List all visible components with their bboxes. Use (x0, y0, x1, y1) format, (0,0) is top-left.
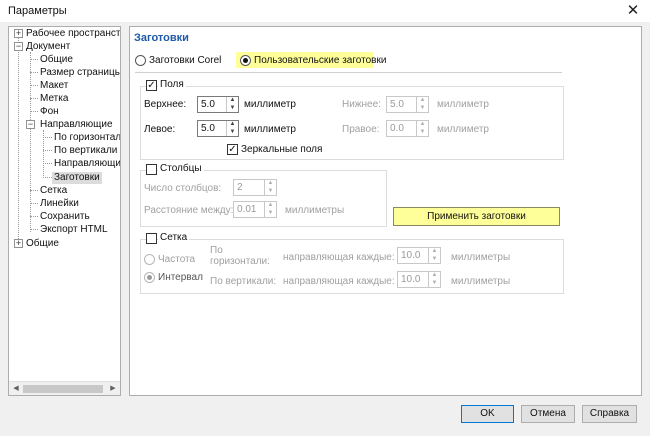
right-margin-input[interactable]: 0.0 ▲ ▼ (386, 120, 429, 137)
tree-item-guides[interactable]: Направляющие (40, 119, 113, 131)
mirror-margins-checkbox[interactable]: ✓ (227, 144, 238, 155)
bottom-margin-input[interactable]: 5.0 ▲ ▼ (386, 96, 429, 113)
spin-up-icon[interactable]: ▲ (417, 97, 428, 104)
margins-checkbox[interactable]: ✓ (146, 80, 157, 91)
spin-up-icon[interactable]: ▲ (429, 272, 440, 279)
spin-down-icon[interactable]: ▼ (417, 105, 428, 112)
grid-vertical-every-label: направляющая каждые: (283, 276, 395, 287)
tree-item-workspace[interactable]: Рабочее пространство (26, 28, 120, 40)
scroll-right-icon[interactable]: ▶ (108, 384, 118, 394)
tree-item-save[interactable]: Сохранить (40, 211, 90, 223)
bottom-margin-unit: миллиметр (437, 99, 489, 110)
mirror-margins-label[interactable]: Зеркальные поля (241, 144, 322, 155)
tree-item-presets[interactable]: Заготовки (52, 172, 102, 184)
spin-down-icon[interactable]: ▼ (429, 256, 440, 263)
column-count-label: Число столбцов: (144, 183, 222, 194)
right-margin-unit: миллиметр (437, 124, 489, 135)
spin-down-icon[interactable]: ▼ (429, 280, 440, 287)
right-margin-label: Правое: (342, 124, 380, 135)
expand-workspace-icon[interactable]: + (14, 29, 23, 38)
spin-up-icon[interactable]: ▲ (265, 180, 276, 187)
column-gap-input[interactable]: 0.01 ▲ ▼ (233, 201, 277, 218)
tree-item-horizontal[interactable]: По горизонтали (54, 132, 120, 144)
spin-up-icon[interactable]: ▲ (429, 248, 440, 255)
spin-down-icon[interactable]: ▼ (227, 105, 238, 112)
left-margin-unit: миллиметр (244, 124, 296, 135)
tree-item-layout[interactable]: Макет (40, 80, 68, 92)
tree-item-guides-sub[interactable]: Направляющие (54, 158, 120, 170)
margins-label: Поля (158, 79, 186, 90)
grid-vertical-label: По вертикали: (210, 276, 277, 287)
tree-item-background[interactable]: Фон (40, 106, 59, 118)
left-margin-input[interactable]: 5.0 ▲ ▼ (197, 120, 239, 137)
column-gap-unit: миллиметры (285, 205, 345, 216)
grid-horizontal-label-1: По (210, 245, 223, 256)
tree-item-grid[interactable]: Сетка (40, 185, 67, 197)
tree-item-vertical[interactable]: По вертикали (54, 145, 117, 157)
preset-user-radio[interactable] (240, 55, 251, 66)
grid-horizontal-every-label: направляющая каждые: (283, 252, 395, 263)
collapse-guides-icon[interactable]: − (26, 120, 35, 129)
grid-checkbox[interactable] (146, 233, 157, 244)
tree-item-export-html[interactable]: Экспорт HTML (40, 224, 108, 236)
close-button[interactable]: ✕ (622, 1, 644, 21)
scroll-left-icon[interactable]: ◀ (11, 384, 21, 394)
scroll-thumb[interactable] (23, 385, 103, 393)
spin-up-icon[interactable]: ▲ (227, 97, 238, 104)
grid-frequency-radio[interactable] (144, 254, 155, 265)
spin-down-icon[interactable]: ▼ (265, 210, 276, 217)
divider (135, 72, 562, 73)
tree-item-label[interactable]: Метка (40, 93, 68, 105)
columns-label: Столбцы (158, 163, 204, 174)
spin-down-icon[interactable]: ▼ (265, 188, 276, 195)
grid-horizontal-label-2: горизонтали: (210, 256, 270, 267)
settings-tree[interactable]: + − − + Рабочее пространство Документ Об… (8, 26, 121, 396)
top-margin-input[interactable]: 5.0 ▲ ▼ (197, 96, 239, 113)
tree-item-rulers[interactable]: Линейки (40, 198, 79, 210)
grid-vertical-unit: миллиметры (451, 276, 511, 287)
grid-frequency-label[interactable]: Частота (158, 254, 195, 265)
title-bar (0, 0, 650, 22)
columns-checkbox[interactable] (146, 164, 157, 175)
grid-horizontal-unit: миллиметры (451, 252, 511, 263)
spin-up-icon[interactable]: ▲ (265, 202, 276, 209)
spin-up-icon[interactable]: ▲ (417, 121, 428, 128)
column-gap-label: Расстояние между: (144, 205, 234, 216)
spin-down-icon[interactable]: ▼ (417, 129, 428, 136)
close-icon: ✕ (626, 2, 640, 19)
tree-item-general-root[interactable]: Общие (26, 238, 59, 250)
preset-corel-radio[interactable] (135, 55, 146, 66)
preset-user-label[interactable]: Пользовательские заготовки (254, 55, 386, 66)
preset-corel-label[interactable]: Заготовки Corel (149, 55, 221, 66)
tree-item-page-size[interactable]: Размер страницы (40, 67, 120, 79)
spin-down-icon[interactable]: ▼ (227, 129, 238, 136)
top-margin-unit: миллиметр (244, 99, 296, 110)
ok-button[interactable]: OK (461, 405, 514, 423)
tree-horizontal-scrollbar[interactable]: ◀ ▶ (9, 381, 120, 395)
bottom-margin-label: Нижнее: (342, 99, 381, 110)
grid-interval-radio[interactable] (144, 272, 155, 283)
panel-title: Заготовки (134, 32, 189, 44)
window-title: Параметры (8, 5, 67, 17)
cancel-button[interactable]: Отмена (521, 405, 575, 423)
spin-up-icon[interactable]: ▲ (227, 121, 238, 128)
grid-interval-label[interactable]: Интервал (158, 272, 203, 283)
help-button[interactable]: Справка (582, 405, 637, 423)
apply-presets-button[interactable]: Применить заготовки (393, 207, 560, 226)
collapse-document-icon[interactable]: − (14, 42, 23, 51)
expand-general-icon[interactable]: + (14, 239, 23, 248)
grid-label: Сетка (158, 232, 190, 243)
top-margin-label: Верхнее: (144, 99, 187, 110)
column-count-input[interactable]: 2 ▲ ▼ (233, 179, 277, 196)
grid-vertical-input[interactable]: 10.0 ▲ ▼ (397, 271, 441, 288)
tree-item-general[interactable]: Общие (40, 54, 73, 66)
grid-horizontal-input[interactable]: 10.0 ▲ ▼ (397, 247, 441, 264)
tree-item-document[interactable]: Документ (26, 41, 70, 53)
left-margin-label: Левое: (144, 124, 176, 135)
